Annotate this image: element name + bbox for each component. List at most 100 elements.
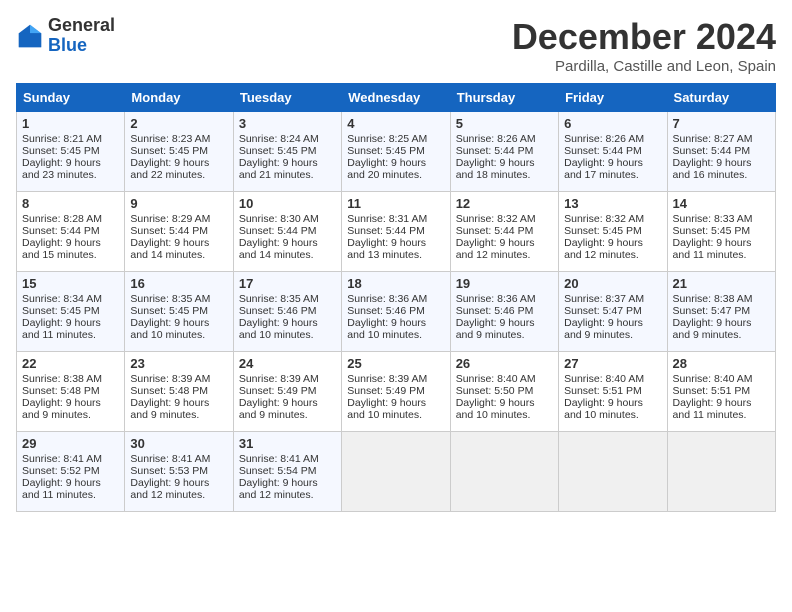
logo-text: General Blue [48,16,115,56]
sunset-text: Sunset: 5:44 PM [22,225,100,237]
weekday-monday: Monday [125,84,233,112]
sunrise-text: Sunrise: 8:32 AM [564,213,644,225]
sunset-text: Sunset: 5:46 PM [456,305,534,317]
logo-icon [16,22,44,50]
daylight-text: Daylight: 9 hours and 14 minutes. [239,237,318,261]
daylight-text: Daylight: 9 hours and 12 minutes. [130,477,209,501]
daylight-text: Daylight: 9 hours and 11 minutes. [673,237,752,261]
sunset-text: Sunset: 5:45 PM [130,305,208,317]
daylight-text: Daylight: 9 hours and 11 minutes. [22,477,101,501]
day-number: 12 [456,196,553,211]
daylight-text: Daylight: 9 hours and 12 minutes. [239,477,318,501]
daylight-text: Daylight: 9 hours and 12 minutes. [456,237,535,261]
sunrise-text: Sunrise: 8:36 AM [456,293,536,305]
calendar-cell: 11Sunrise: 8:31 AMSunset: 5:44 PMDayligh… [342,192,450,272]
day-number: 4 [347,116,444,131]
daylight-text: Daylight: 9 hours and 14 minutes. [130,237,209,261]
sunrise-text: Sunrise: 8:33 AM [673,213,753,225]
calendar-cell [667,432,775,512]
calendar-cell: 30Sunrise: 8:41 AMSunset: 5:53 PMDayligh… [125,432,233,512]
daylight-text: Daylight: 9 hours and 9 minutes. [564,317,643,341]
day-number: 29 [22,436,119,451]
day-number: 21 [673,276,770,291]
day-number: 17 [239,276,336,291]
daylight-text: Daylight: 9 hours and 18 minutes. [456,157,535,181]
daylight-text: Daylight: 9 hours and 10 minutes. [347,397,426,421]
day-number: 3 [239,116,336,131]
calendar-cell: 31Sunrise: 8:41 AMSunset: 5:54 PMDayligh… [233,432,341,512]
sunset-text: Sunset: 5:54 PM [239,465,317,477]
sunrise-text: Sunrise: 8:23 AM [130,133,210,145]
day-number: 30 [130,436,227,451]
week-row-3: 15Sunrise: 8:34 AMSunset: 5:45 PMDayligh… [17,272,776,352]
calendar-cell: 21Sunrise: 8:38 AMSunset: 5:47 PMDayligh… [667,272,775,352]
calendar-cell: 4 Sunrise: 8:25 AMSunset: 5:45 PMDaylight… [342,112,450,192]
sunset-text: Sunset: 5:48 PM [130,385,208,397]
weekday-header-row: SundayMondayTuesdayWednesdayThursdayFrid… [17,84,776,112]
day-number: 6 [564,116,661,131]
sunrise-text: Sunrise: 8:29 AM [130,213,210,225]
weekday-tuesday: Tuesday [233,84,341,112]
sunrise-text: Sunrise: 8:39 AM [130,373,210,385]
sunrise-text: Sunrise: 8:26 AM [456,133,536,145]
sunset-text: Sunset: 5:45 PM [347,145,425,157]
calendar-cell: 22Sunrise: 8:38 AMSunset: 5:48 PMDayligh… [17,352,125,432]
sunset-text: Sunset: 5:51 PM [564,385,642,397]
sunset-text: Sunset: 5:45 PM [22,305,100,317]
sunset-text: Sunset: 5:48 PM [22,385,100,397]
day-number: 22 [22,356,119,371]
month-title: December 2024 [512,16,776,58]
sunset-text: Sunset: 5:44 PM [130,225,208,237]
daylight-text: Daylight: 9 hours and 10 minutes. [456,397,535,421]
weekday-friday: Friday [559,84,667,112]
sunrise-text: Sunrise: 8:38 AM [673,293,753,305]
calendar-cell: 26Sunrise: 8:40 AMSunset: 5:50 PMDayligh… [450,352,558,432]
day-number: 10 [239,196,336,211]
day-number: 8 [22,196,119,211]
day-number: 25 [347,356,444,371]
weekday-sunday: Sunday [17,84,125,112]
title-area: December 2024 Pardilla, Castille and Leo… [512,16,776,75]
location: Pardilla, Castille and Leon, Spain [512,58,776,75]
day-number: 11 [347,196,444,211]
calendar-cell [559,432,667,512]
sunset-text: Sunset: 5:45 PM [130,145,208,157]
week-row-1: 1Sunrise: 8:21 AMSunset: 5:45 PMDaylight… [17,112,776,192]
sunset-text: Sunset: 5:47 PM [673,305,751,317]
daylight-text: Daylight: 9 hours and 9 minutes. [456,317,535,341]
sunrise-text: Sunrise: 8:41 AM [239,453,319,465]
day-number: 28 [673,356,770,371]
day-number: 13 [564,196,661,211]
sunset-text: Sunset: 5:44 PM [347,225,425,237]
calendar-cell: 1Sunrise: 8:21 AMSunset: 5:45 PMDaylight… [17,112,125,192]
sunset-text: Sunset: 5:44 PM [239,225,317,237]
sunset-text: Sunset: 5:50 PM [456,385,534,397]
calendar-cell: 25Sunrise: 8:39 AMSunset: 5:49 PMDayligh… [342,352,450,432]
week-row-2: 8Sunrise: 8:28 AMSunset: 5:44 PMDaylight… [17,192,776,272]
sunrise-text: Sunrise: 8:25 AM [347,133,427,145]
calendar-cell: 10Sunrise: 8:30 AMSunset: 5:44 PMDayligh… [233,192,341,272]
sunset-text: Sunset: 5:47 PM [564,305,642,317]
calendar-cell: 6Sunrise: 8:26 AMSunset: 5:44 PMDaylight… [559,112,667,192]
daylight-text: Daylight: 9 hours and 10 minutes. [564,397,643,421]
sunset-text: Sunset: 5:45 PM [673,225,751,237]
daylight-text: Daylight: 9 hours and 21 minutes. [239,157,318,181]
calendar-cell: 24Sunrise: 8:39 AMSunset: 5:49 PMDayligh… [233,352,341,432]
calendar-cell: 9Sunrise: 8:29 AMSunset: 5:44 PMDaylight… [125,192,233,272]
weekday-thursday: Thursday [450,84,558,112]
daylight-text: Daylight: 9 hours and 20 minutes. [347,157,426,181]
daylight-text: Daylight: 9 hours and 16 minutes. [673,157,752,181]
day-number: 23 [130,356,227,371]
day-number: 16 [130,276,227,291]
day-number: 1 [22,116,119,131]
calendar-cell: 23Sunrise: 8:39 AMSunset: 5:48 PMDayligh… [125,352,233,432]
sunset-text: Sunset: 5:45 PM [22,145,100,157]
sunrise-text: Sunrise: 8:21 AM [22,133,102,145]
day-number: 5 [456,116,553,131]
sunset-text: Sunset: 5:45 PM [239,145,317,157]
sunrise-text: Sunrise: 8:32 AM [456,213,536,225]
sunrise-text: Sunrise: 8:36 AM [347,293,427,305]
sunset-text: Sunset: 5:44 PM [673,145,751,157]
daylight-text: Daylight: 9 hours and 10 minutes. [347,317,426,341]
sunrise-text: Sunrise: 8:40 AM [673,373,753,385]
